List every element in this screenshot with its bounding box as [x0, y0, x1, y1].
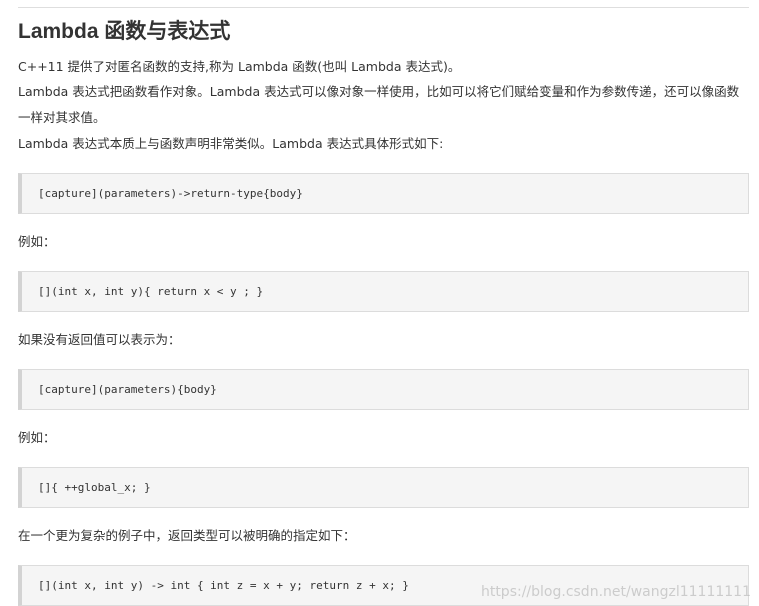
code-block-example-2: []{ ++global_x; }: [18, 467, 749, 508]
section-heading: Lambda 函数与表达式: [18, 20, 231, 43]
code-line: [capture](parameters){body}: [38, 383, 217, 396]
no-return-paragraph: 如果没有返回值可以表示为：: [18, 332, 181, 347]
syntax-intro-paragraph: Lambda 表达式本质上与函数声明非常类似。Lambda 表达式具体形式如下:: [18, 136, 444, 151]
csdn-watermark: https://blog.csdn.net/wangzl11111111: [480, 584, 751, 600]
complex-example-paragraph: 在一个更为复杂的例子中，返回类型可以被明确的指定如下：: [18, 528, 356, 543]
top-divider: [18, 7, 749, 8]
code-line: []{ ++global_x; }: [38, 481, 151, 494]
example-label: 例如：: [18, 234, 56, 249]
example-label-2: 例如：: [18, 430, 56, 445]
code-block-syntax: [capture](parameters)->return-type{body}: [18, 173, 749, 214]
code-line: [capture](parameters)->return-type{body}: [38, 187, 303, 200]
code-block-no-return: [capture](parameters){body}: [18, 369, 749, 410]
intro-paragraph: C++11 提供了对匿名函数的支持,称为 Lambda 函数(也叫 Lambda…: [18, 59, 461, 74]
description-paragraph: Lambda 表达式把函数看作对象。Lambda 表达式可以像对象一样使用，比如…: [18, 84, 740, 125]
code-block-example-1: [](int x, int y){ return x < y ; }: [18, 271, 749, 312]
code-line: [](int x, int y){ return x < y ; }: [38, 285, 264, 298]
